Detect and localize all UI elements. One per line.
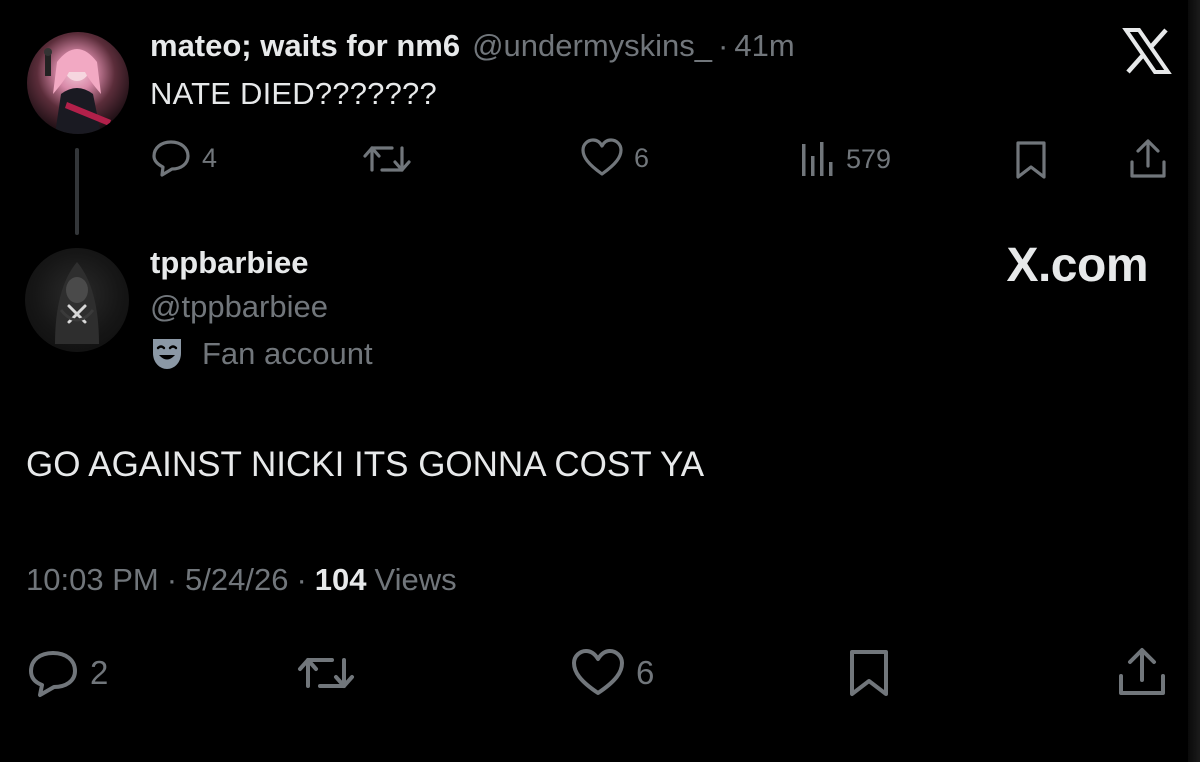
user-avatar-hooded-figure-icon (55, 262, 99, 344)
fan-account-badge: Fan account (150, 336, 373, 372)
parent-tweet-text: NATE DIED??????? (150, 76, 437, 111)
reply-bookmark-button[interactable] (846, 648, 892, 698)
bookmark-icon (850, 650, 888, 696)
parent-retweet-button[interactable] (362, 140, 412, 178)
retweet-icon (298, 658, 354, 688)
parent-author-avatar[interactable] (27, 32, 129, 134)
reply-retweet-button[interactable] (296, 650, 356, 696)
x-logo-icon (1122, 26, 1172, 76)
analytics-icon (802, 142, 833, 176)
reply-tweet-meta: 10:03 PM · 5/24/26 · 104 Views (26, 562, 457, 598)
user-avatar-performer-icon (44, 48, 111, 134)
retweet-icon (363, 146, 411, 172)
heart-icon (572, 649, 624, 695)
parent-handle[interactable]: @undermyskins_ (472, 28, 712, 64)
thread-connector-line (75, 148, 79, 235)
theater-mask-icon (153, 339, 181, 369)
parent-reply-button[interactable]: 4 (150, 138, 217, 178)
share-icon (1130, 139, 1166, 178)
parent-timestamp[interactable]: 41m (734, 28, 794, 64)
meta-separator: · (166, 562, 178, 597)
bookmark-icon (1016, 141, 1046, 179)
header-separator: · (718, 28, 729, 63)
reply-views-label: Views (374, 562, 457, 597)
share-icon (1119, 648, 1165, 695)
reply-views-count[interactable]: 104 (315, 562, 367, 598)
reply-like-count: 6 (636, 654, 655, 691)
parent-reply-count: 4 (202, 142, 218, 173)
reply-like-button[interactable]: 6 (570, 648, 654, 698)
reply-reply-button[interactable]: 2 (26, 648, 108, 698)
tweet-thread-view: mateo; waits for nm6 @undermyskins_ · 41… (0, 0, 1200, 762)
meta-separator: · (296, 562, 307, 597)
reply-reply-count: 2 (90, 654, 109, 691)
parent-views-button[interactable]: 579 (800, 140, 891, 178)
reply-handle[interactable]: @tppbarbiee (150, 289, 328, 325)
reply-icon (152, 140, 190, 177)
parent-like-button[interactable]: 6 (580, 138, 649, 178)
parent-share-button[interactable] (1128, 138, 1168, 180)
parent-bookmark-button[interactable] (1013, 140, 1049, 180)
parent-tweet-header: mateo; waits for nm6 @undermyskins_ · 41… (150, 28, 795, 68)
x-com-watermark: X.com (1006, 239, 1148, 292)
reply-icon (29, 651, 77, 697)
fan-account-label: Fan account (202, 336, 373, 371)
reply-time[interactable]: 10:03 PM (26, 562, 159, 598)
reply-author-avatar[interactable] (25, 248, 129, 352)
reply-date[interactable]: 5/24/26 (185, 562, 288, 598)
reply-display-name[interactable]: tppbarbiee (150, 245, 308, 281)
scrollbar[interactable] (1188, 0, 1200, 762)
heart-icon (581, 138, 623, 176)
parent-like-count: 6 (634, 142, 650, 173)
parent-display-name[interactable]: mateo; waits for nm6 (150, 28, 460, 64)
reply-share-button[interactable] (1116, 646, 1168, 698)
parent-views-count: 579 (846, 143, 892, 174)
reply-tweet-text: GO AGAINST NICKI ITS GONNA COST YA (26, 445, 705, 484)
